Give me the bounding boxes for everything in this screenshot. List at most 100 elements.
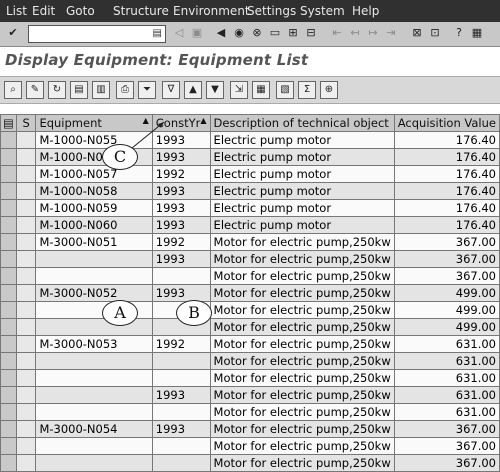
exit-icon[interactable]: ◉ (232, 26, 246, 40)
back-icon[interactable]: ◀ (214, 26, 228, 40)
shortcut-icon[interactable]: ⊡ (428, 26, 442, 40)
row-selector[interactable] (0, 403, 17, 421)
details-icon[interactable]: ⌕ (4, 81, 22, 99)
find-icon[interactable]: ⊞ (286, 26, 300, 40)
table-row[interactable]: M-1000-N056 1993 Electric pump motor 176.40 (0, 148, 500, 166)
sum-icon[interactable]: Σ (298, 81, 316, 99)
menu-item-system[interactable]: System (300, 4, 345, 18)
table-row[interactable]: M-1000-N055 1993 Electric pump motor 176.40 (0, 131, 500, 149)
description-cell: Motor for electric pump,250kw (209, 335, 395, 353)
layout-menu-icon[interactable]: ▦ (470, 26, 484, 40)
last-page-icon[interactable]: ⇥ (384, 26, 398, 40)
row-selector[interactable] (0, 386, 17, 404)
print-list-icon[interactable]: ⎙ (116, 81, 134, 99)
sort-descending-icon[interactable]: ▼ (206, 81, 224, 99)
subtotal-icon[interactable]: ⊕ (320, 81, 338, 99)
choose-layout-icon[interactable]: ▧ (276, 81, 294, 99)
table-row[interactable]: Motor for electric pump,250kw 499.00 (0, 301, 500, 319)
row-selector[interactable] (0, 233, 17, 251)
table-row[interactable]: M-3000-N054 1993 Motor for electric pump,2… (0, 420, 500, 438)
menu-item-list[interactable]: List (6, 4, 27, 18)
row-selector[interactable] (0, 216, 17, 234)
table-row[interactable]: M-1000-N060 1993 Electric pump motor 176.40 (0, 216, 500, 234)
enter-check-icon[interactable]: ✔ (6, 26, 20, 40)
table-row[interactable]: Motor for electric pump,250kw 631.00 (0, 352, 500, 370)
title-bar: Display Equipment: Equipment List (0, 47, 500, 75)
status-cell (15, 454, 37, 472)
back-nav-icon[interactable]: ◁ (172, 26, 186, 40)
refresh-icon[interactable]: ↻ (48, 81, 66, 99)
table-row[interactable]: M-1000-N057 1992 Electric pump motor 176.40 (0, 165, 500, 183)
column-header-description[interactable]: Description of technical object (209, 114, 395, 132)
row-selector[interactable] (0, 148, 17, 166)
column-header-acquisition-value[interactable]: Acquisition Value (393, 114, 500, 132)
select-all-button[interactable]: ▤ (0, 114, 17, 132)
row-selector[interactable] (0, 284, 17, 302)
row-selector[interactable] (0, 301, 17, 319)
table-row[interactable]: Motor for electric pump,250kw 631.00 (0, 403, 500, 421)
table-row[interactable]: Motor for electric pump,250kw 499.00 (0, 318, 500, 336)
table-row[interactable]: M-3000-N051 1992 Motor for electric pump,2… (0, 233, 500, 251)
find-next-icon[interactable]: ⊟ (304, 26, 318, 40)
print-icon[interactable]: ▭ (268, 26, 282, 40)
description-cell: Electric pump motor (209, 165, 395, 183)
first-page-icon[interactable]: ⇤ (330, 26, 344, 40)
layout-icon[interactable]: ▦ (252, 81, 270, 99)
row-selector[interactable] (0, 420, 17, 438)
equipment-cell (35, 369, 153, 387)
export-icon[interactable]: ⇲ (230, 81, 248, 99)
column-header-s[interactable]: S (15, 114, 37, 132)
row-selector[interactable] (0, 267, 17, 285)
table-row[interactable]: M-3000-N053 1992 Motor for electric pump,2… (0, 335, 500, 353)
table-row[interactable]: M-1000-N059 1993 Electric pump motor 176.40 (0, 199, 500, 217)
table-row[interactable]: Motor for electric pump,250kw 367.00 (0, 454, 500, 472)
table-row[interactable]: Motor for electric pump,250kw 367.00 (0, 437, 500, 455)
menu-bar: List Edit Goto Structure Environment Set… (0, 0, 500, 22)
row-selector[interactable] (0, 199, 17, 217)
help-icon[interactable]: ? (452, 26, 466, 40)
row-selector[interactable] (0, 250, 17, 268)
sort-ascending-icon[interactable]: ▲ (184, 81, 202, 99)
previous-page-icon[interactable]: ↤ (348, 26, 362, 40)
table-row[interactable]: Motor for electric pump,250kw 631.00 (0, 369, 500, 387)
table-row[interactable]: 1993 Motor for electric pump,250kw 631.00 (0, 386, 500, 404)
menu-item-structure[interactable]: Structure (113, 4, 169, 18)
table-row[interactable]: M-3000-N052 1993 Motor for electric pump,2… (0, 284, 500, 302)
choose-icon[interactable]: ▤ (70, 81, 88, 99)
row-selector[interactable] (0, 335, 17, 353)
row-selector[interactable] (0, 454, 17, 472)
menu-item-goto[interactable]: Goto (66, 4, 95, 18)
menu-item-help[interactable]: Help (352, 4, 379, 18)
row-selector[interactable] (0, 352, 17, 370)
save-icon[interactable]: ▣ (190, 26, 204, 40)
save-list-icon[interactable]: ▥ (92, 81, 110, 99)
table-row[interactable]: Motor for electric pump,250kw 367.00 (0, 267, 500, 285)
command-field-dropdown-icon[interactable]: ▤ (153, 28, 162, 39)
menu-item-environment[interactable]: Environment (173, 4, 250, 18)
row-selector[interactable] (0, 437, 17, 455)
status-cell (15, 335, 37, 353)
equipment-cell (35, 352, 153, 370)
row-selector[interactable] (0, 318, 17, 336)
row-selector[interactable] (0, 182, 17, 200)
command-field[interactable]: ▤ (28, 25, 166, 43)
next-page-icon[interactable]: ↦ (366, 26, 380, 40)
change-icon[interactable]: ✎ (26, 81, 44, 99)
row-selector[interactable] (0, 165, 17, 183)
equipment-cell: M-1000-N057 (35, 165, 153, 183)
row-selector[interactable] (0, 131, 17, 149)
status-cell (15, 369, 37, 387)
row-selector[interactable] (0, 369, 17, 387)
cancel-icon[interactable]: ⊗ (250, 26, 264, 40)
description-cell: Motor for electric pump,250kw (209, 284, 395, 302)
acquisition-value-cell: 631.00 (393, 386, 500, 404)
menu-item-edit[interactable]: Edit (32, 4, 55, 18)
status-cell (15, 250, 37, 268)
filter-icon[interactable]: ⏷ (138, 81, 156, 99)
create-session-icon[interactable]: ⊠ (410, 26, 424, 40)
equipment-cell (35, 454, 153, 472)
table-row[interactable]: 1993 Motor for electric pump,250kw 367.00 (0, 250, 500, 268)
table-row[interactable]: M-1000-N058 1993 Electric pump motor 176.40 (0, 182, 500, 200)
menu-item-settings[interactable]: Settings (247, 4, 296, 18)
set-filter-icon[interactable]: ∇ (162, 81, 180, 99)
